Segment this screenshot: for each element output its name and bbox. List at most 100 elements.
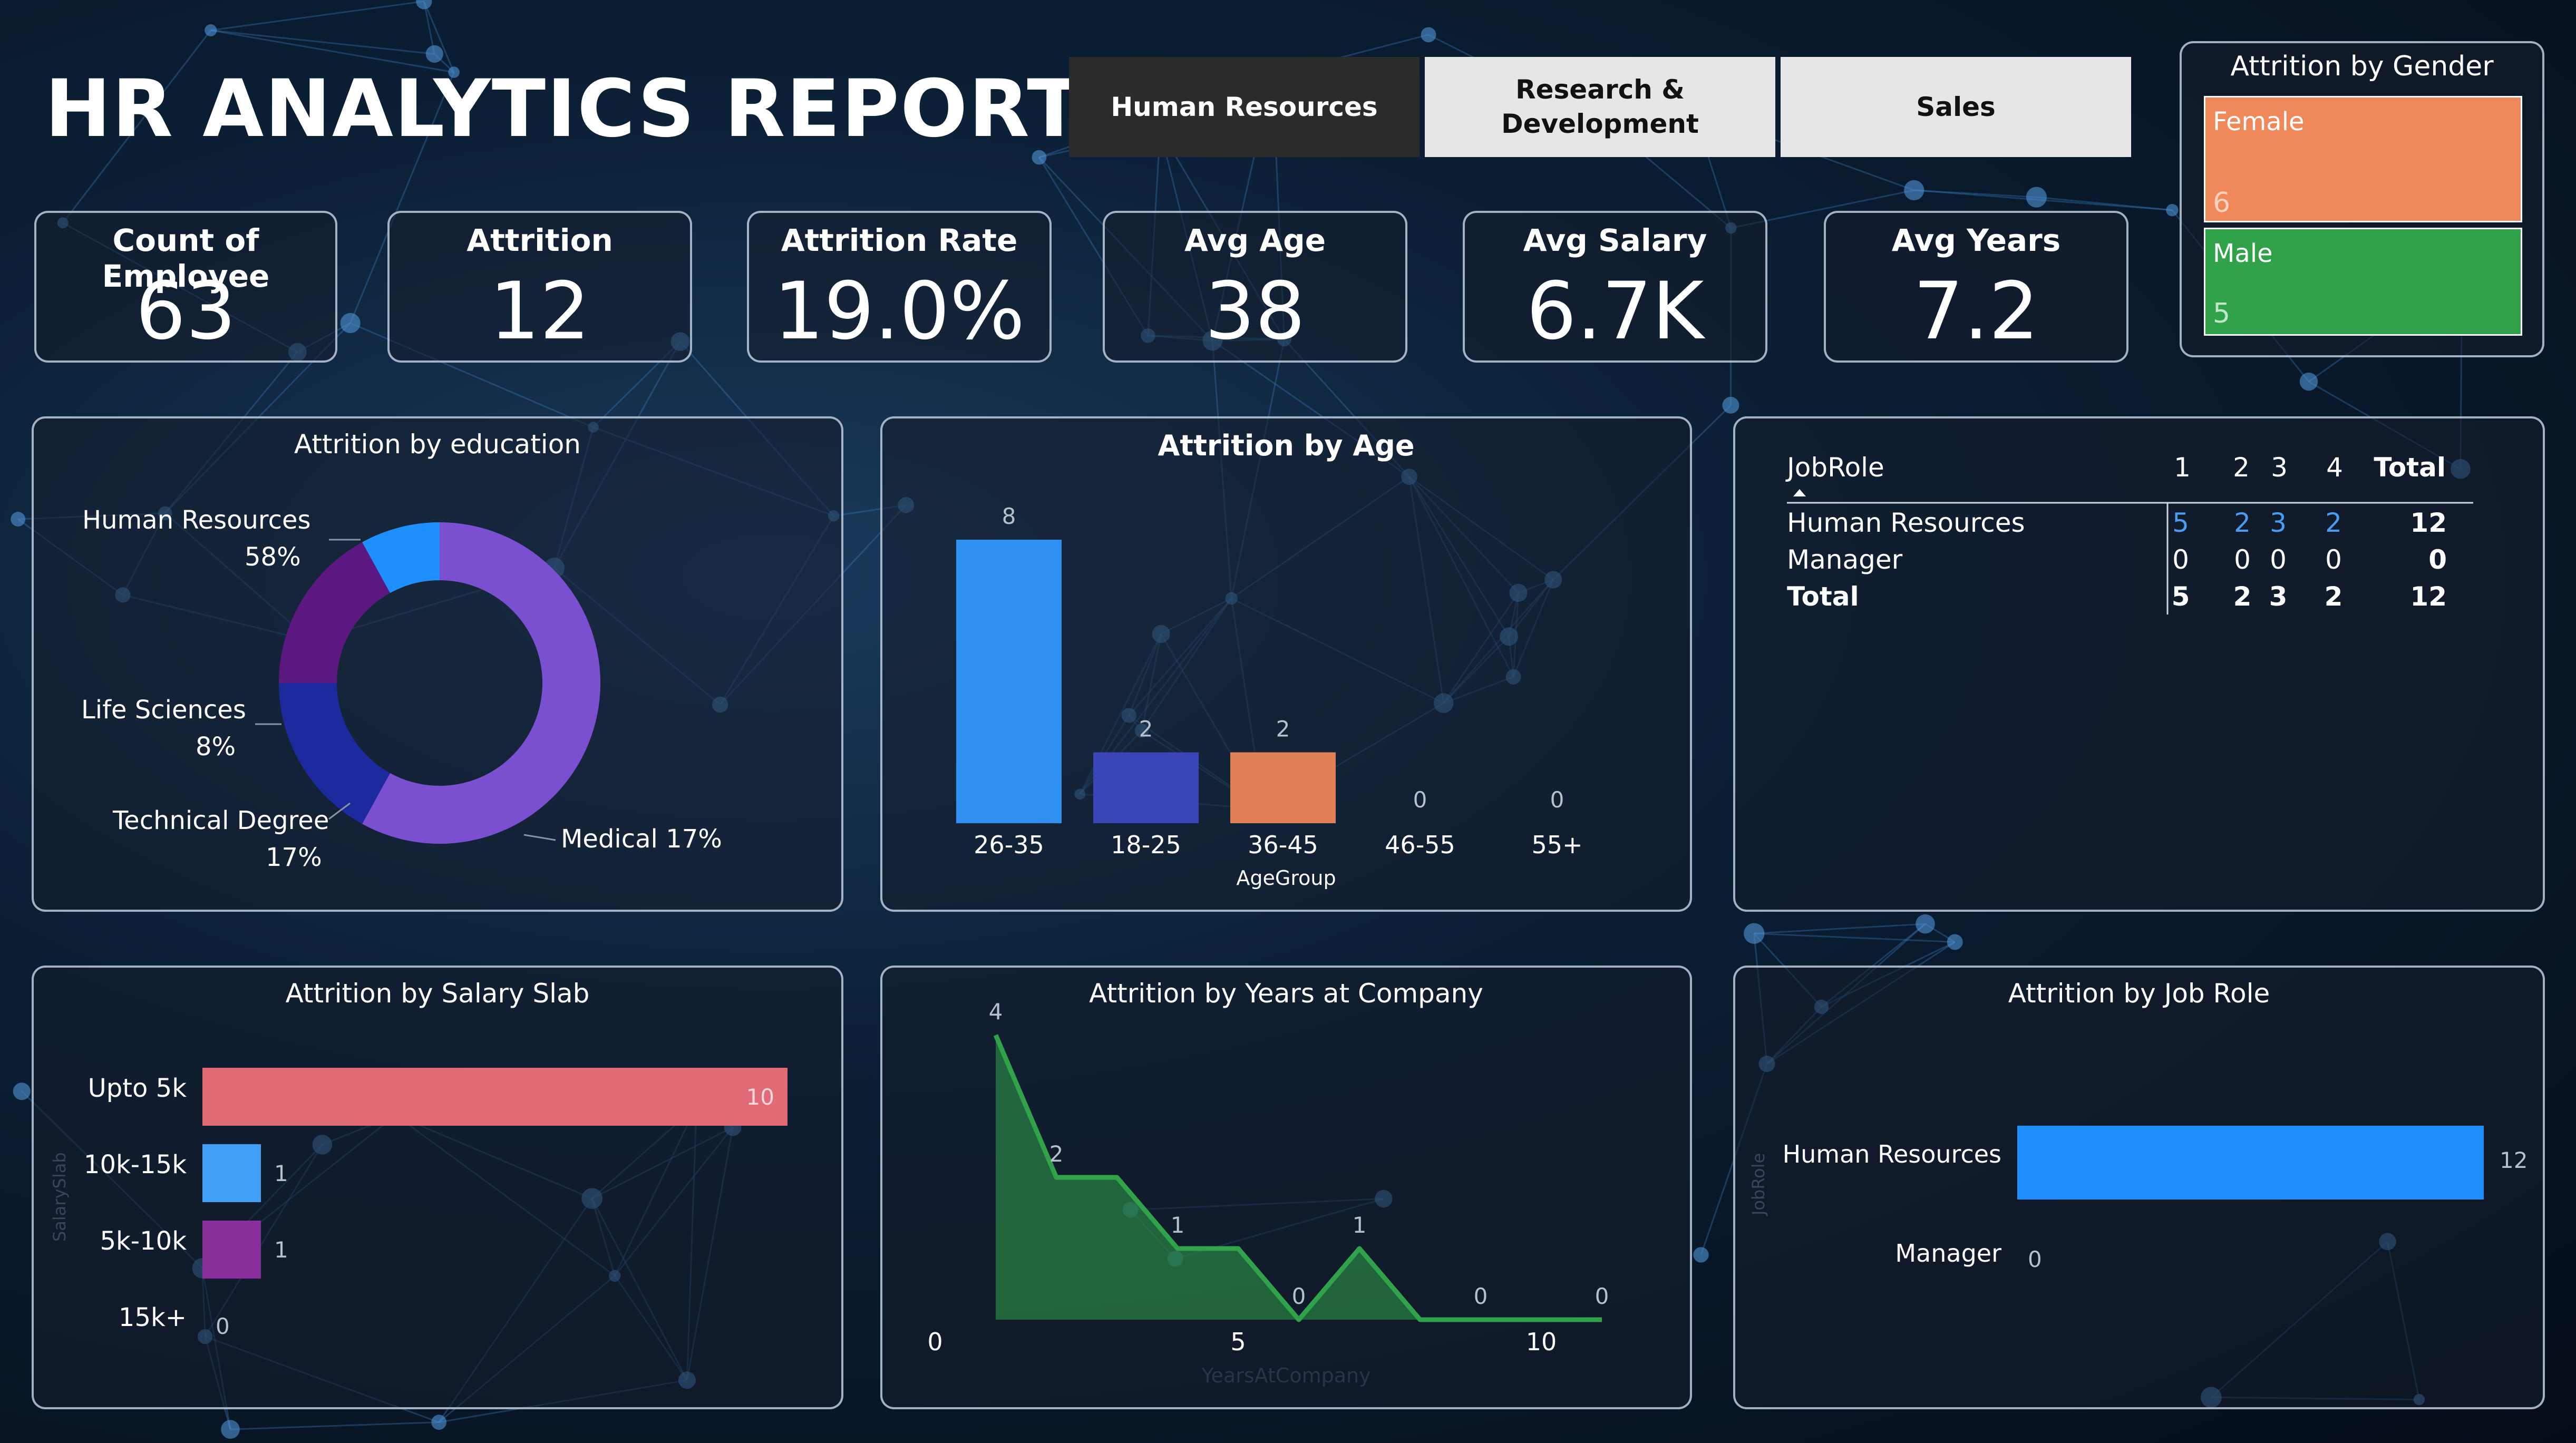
matrix-cell: 0 [2270,544,2287,575]
bg-node [1904,180,1924,201]
matrix-header-cell: JobRole [1785,452,1884,483]
kpi-label: Avg Years [1891,222,2061,258]
matrix-cell: 12 [2410,508,2447,538]
matrix-cell: 12 [2410,581,2447,612]
bg-link [1754,932,1955,943]
jobrole-matrix: JobRole 1 2 3 4 TotalHuman Resources 5 2 3 2 12Man… [1785,452,2473,615]
salary-ylabel: SalarySlab [50,1152,70,1242]
jobrole-matrix-panel: JobRole 1 2 3 4 Total Human Resources 5 2 3 2 12 Man… [1733,416,2545,912]
matrix-cell: 0 [2428,544,2447,575]
matrix-cell: 0 [2234,544,2251,575]
bg-link [423,1,455,73]
bg-node [416,0,432,9]
kpi-label: Avg Salary [1523,222,1707,258]
salary-bar-value: 10 [746,1084,774,1110]
bg-node [1693,1247,1709,1263]
bg-link [1754,923,1926,934]
donut-label-life-sciences: Life Sciences [81,695,246,725]
age-bar [956,540,1062,823]
gender-title: Attrition by Gender [2230,51,2494,82]
matrix-cell: 2 [2234,508,2251,538]
donut-label-human-resources: Human Resources [82,505,311,535]
gender-tile-female[interactable]: Female 6 [2204,96,2522,222]
salary-panel: Attrition by Salary Slab Upto 5k 10 10k-15… [32,966,843,1409]
years-data-label: 2 [1049,1141,1064,1167]
page-title: HR ANALYTICS REPORT [45,63,1082,155]
kpi-value: 38 [1204,266,1306,357]
years-data-label: 1 [1353,1212,1367,1238]
years-tick-label: 10 [1526,1328,1557,1356]
donut-pct-technical-degree: 17% [266,843,322,872]
years-data-label: 4 [989,999,1003,1025]
gender-value: 5 [2213,298,2231,329]
matrix-cell: Human Resources [1787,508,2025,538]
age-bar [1230,752,1336,823]
matrix-header-cell: 3 [2271,452,2288,483]
salary-bar [202,1144,261,1202]
years-data-label: 0 [1292,1283,1306,1309]
matrix-cell: 0 [2325,544,2342,575]
bg-link [230,1421,439,1430]
jobrole-category-label: Human Resources [1783,1140,2001,1168]
bg-link [210,30,435,55]
bg-node [2299,372,2318,391]
age-bar [1093,752,1199,823]
salary-bar-value: 1 [274,1237,288,1263]
kpi-label: Attrition [466,222,613,258]
kpi-attrition: Attrition 12 [387,211,692,363]
tab-sales[interactable]: Sales [1781,57,2131,157]
kpi-count-of-employee: Count of Employee 63 [34,211,337,363]
bg-node [1744,923,1765,944]
kpi-avg-years: Avg Years 7.2 [1824,211,2128,363]
kpi-value: 19.0% [773,266,1025,357]
years-tick-label: 0 [927,1328,942,1356]
age-tick-label: 36-45 [1248,831,1318,859]
matrix-cell: 3 [2269,581,2288,612]
matrix-cell: 3 [2270,508,2287,538]
matrix-cell: Total [1787,581,1859,612]
matrix-cell: 5 [2172,508,2189,538]
bg-node [1916,914,1935,934]
donut-pct-human-resources: 58% [245,542,301,572]
years-area-chart: 421010 00 5 10 [927,999,1609,1356]
donut-pct-medical: 17% [666,824,722,854]
matrix-header-cell: 4 [2326,452,2343,483]
bg-node [425,45,443,63]
jobrole-bar-chart: Human Resources 12 Manager 0 [1783,1126,2528,1272]
gender-tile-male[interactable]: Male 5 [2204,228,2522,336]
donut-label-medical: Medical 17% [561,824,722,854]
donut-pct-life-sciences: 8% [196,732,236,762]
donut-label-technical-degree: Technical Degree [113,806,329,835]
salary-category-label: Upto 5k [88,1074,187,1103]
matrix-cell: Manager [1787,544,1903,575]
bg-node [1421,27,1436,43]
age-tick-label: 18-25 [1111,831,1181,859]
age-bar-chart: 8 26-35 2 18-25 2 36-45 0 46-55 0 55+ [956,503,1583,859]
bg-link [1914,189,2037,198]
tab-human-resources[interactable]: Human Resources [1069,57,1420,157]
years-tick-label: 5 [1230,1328,1246,1356]
bg-link [2036,196,2173,211]
age-panel: Attrition by Age 8 26-35 2 18-25 2 36-45 0 46-5… [880,416,1692,912]
salary-bar-value: 1 [274,1161,288,1186]
kpi-value: 7.2 [1913,266,2039,357]
matrix-header-cell: 2 [2233,452,2250,483]
age-bar-value: 8 [1002,503,1016,529]
age-bar-value: 0 [1550,787,1564,813]
kpi-label: Avg Age [1184,222,1326,258]
kpi-label: Attrition Rate [781,222,1018,258]
jobrole-bar [2017,1126,2484,1200]
matrix-cell: 5 [2172,581,2190,612]
bg-node [1947,934,1963,950]
matrix-cell: 0 [2172,544,2189,575]
bg-node [431,1415,447,1430]
tab-research-development[interactable]: Research & Development [1425,57,1775,157]
jobrole-bar-value: 12 [2500,1147,2528,1173]
salary-category-label: 10k-15k [84,1150,187,1179]
matrix-header-cell: Total [2374,452,2446,483]
age-tick-label: 55+ [1531,831,1582,859]
bg-node [13,1083,31,1100]
gender-label: Male [2213,239,2273,268]
years-xlabel: YearsAtCompany [1201,1364,1371,1387]
matrix-header-cell: 1 [2174,452,2191,483]
